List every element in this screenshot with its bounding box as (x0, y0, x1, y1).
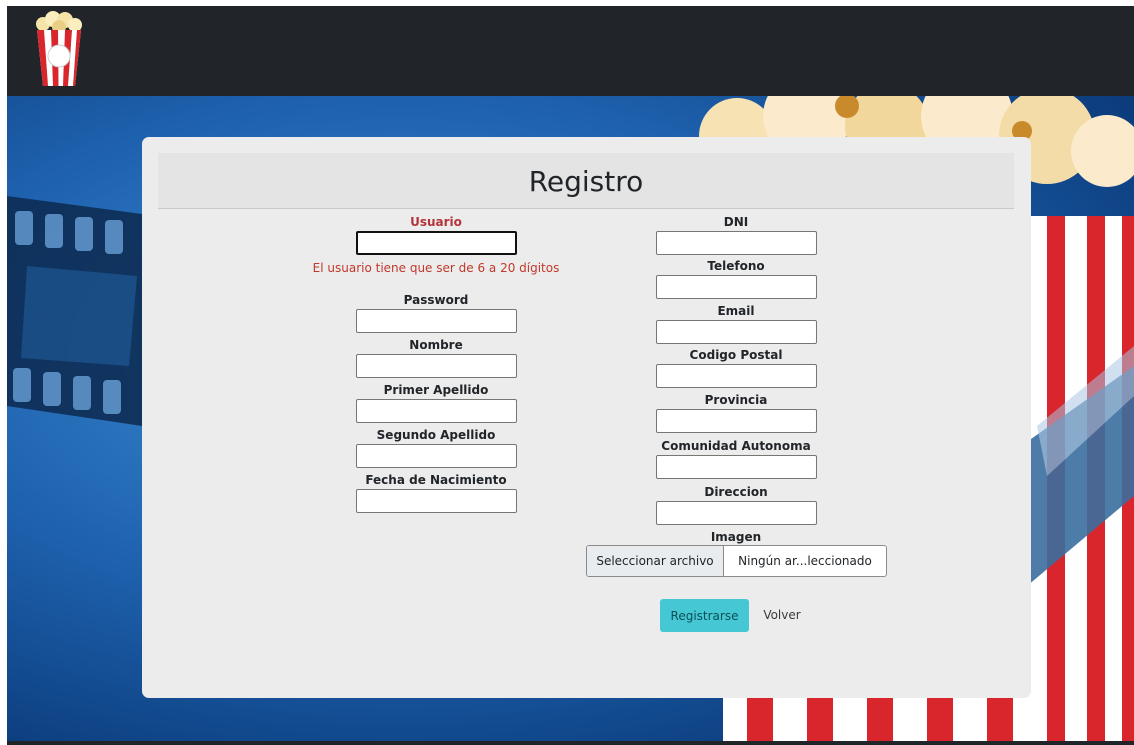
usuario-error-message: El usuario tiene que ser de 6 a 20 dígit… (312, 261, 560, 275)
usuario-label: Usuario (410, 215, 462, 229)
codigo-postal-input[interactable] (656, 364, 817, 388)
register-button[interactable]: Registrarse (660, 599, 749, 632)
primer-apellido-input[interactable] (356, 399, 517, 423)
password-label: Password (403, 293, 469, 307)
segundo-apellido-input[interactable] (356, 444, 517, 468)
nombre-label: Nombre (409, 338, 463, 352)
imagen-file-input[interactable]: Seleccionar archivo Ningún ar...lecciona… (586, 545, 887, 577)
provincia-input[interactable] (656, 409, 817, 433)
page-title: Registro (528, 165, 644, 198)
dni-input[interactable] (656, 231, 817, 255)
browser-viewport: Registro Usuario El usuario tiene que se… (7, 6, 1134, 745)
registration-card: Registro Usuario El usuario tiene que se… (142, 137, 1031, 698)
segundo-apellido-label: Segundo Apellido (376, 428, 496, 442)
select-file-button[interactable]: Seleccionar archivo (587, 546, 724, 576)
dni-label: DNI (723, 215, 749, 229)
nombre-input[interactable] (356, 354, 517, 378)
fecha-nacimiento-label: Fecha de Nacimiento (365, 473, 507, 487)
email-label: Email (717, 304, 755, 318)
password-input[interactable] (356, 309, 517, 333)
navbar (7, 6, 1134, 96)
card-header: Registro (158, 153, 1014, 209)
codigo-postal-label: Codigo Postal (689, 348, 783, 362)
back-link[interactable]: Volver (754, 599, 810, 632)
fecha-nacimiento-input[interactable] (356, 489, 517, 513)
comunidad-autonoma-input[interactable] (656, 455, 817, 479)
direccion-input[interactable] (656, 501, 817, 525)
email-input[interactable] (656, 320, 817, 344)
footer-bar (7, 741, 1134, 745)
comunidad-autonoma-label: Comunidad Autonoma (661, 439, 811, 453)
selected-file-name: Ningún ar...leccionado (738, 554, 872, 568)
direccion-label: Direccion (704, 485, 768, 499)
usuario-input[interactable] (356, 231, 517, 255)
imagen-label: Imagen (710, 530, 762, 544)
provincia-label: Provincia (704, 393, 768, 407)
telefono-label: Telefono (707, 259, 765, 273)
popcorn-bucket-logo-icon[interactable] (29, 10, 89, 90)
telefono-input[interactable] (656, 275, 817, 299)
primer-apellido-label: Primer Apellido (383, 383, 489, 397)
